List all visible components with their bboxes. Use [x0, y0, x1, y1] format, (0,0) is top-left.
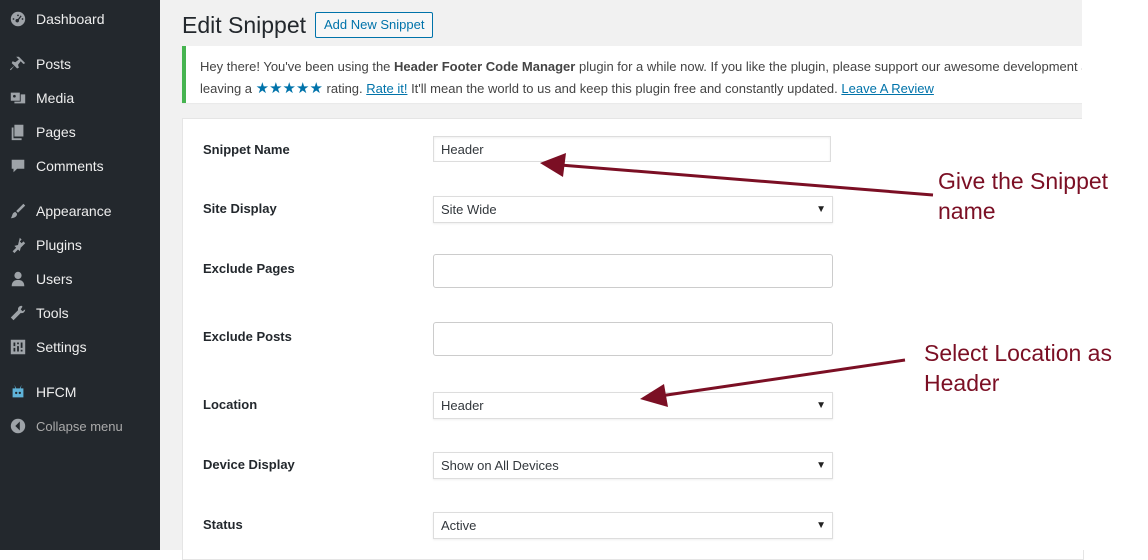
site-display-value: Site Wide	[441, 202, 497, 217]
exclude-posts-input[interactable]	[433, 322, 833, 356]
site-display-select[interactable]: Site Wide ▼	[433, 196, 833, 223]
chevron-down-icon: ▼	[816, 400, 826, 411]
comments-icon	[0, 157, 36, 175]
sidebar-item-comments[interactable]: Comments	[0, 149, 160, 183]
sidebar-item-posts[interactable]: Posts	[0, 47, 160, 81]
device-display-value: Show on All Devices	[441, 458, 559, 473]
notice-text: plugin for a while now. If you like the …	[575, 59, 1086, 74]
location-select[interactable]: Header ▼	[433, 392, 833, 419]
annotation-snippet-name: Give the Snippet name	[938, 166, 1108, 226]
main-content: Edit Snippet Add New Snippet Hey there! …	[160, 0, 1086, 560]
annotation-line: Give the Snippet	[938, 168, 1109, 194]
annotation-location: Select Location as Header	[924, 338, 1112, 398]
sidebar-item-label: Settings	[36, 339, 87, 355]
sidebar-item-label: HFCM	[36, 384, 77, 400]
sidebar-item-label: Dashboard	[36, 11, 105, 27]
status-label: Status	[203, 517, 243, 532]
chevron-down-icon: ▼	[816, 204, 826, 215]
sidebar-item-settings[interactable]: Settings	[0, 330, 160, 364]
sidebar-item-appearance[interactable]: Appearance	[0, 194, 160, 228]
annotation-line: Select Location as	[924, 340, 1112, 366]
page-title: Edit Snippet	[182, 12, 307, 38]
sidebar-item-label: Media	[36, 90, 75, 106]
exclude-posts-label: Exclude Posts	[203, 329, 292, 344]
dashboard-icon	[0, 10, 36, 28]
device-display-label: Device Display	[203, 457, 295, 472]
sidebar-item-plugins[interactable]: Plugins	[0, 228, 160, 262]
settings-icon	[0, 338, 36, 356]
exclude-pages-input[interactable]	[433, 254, 833, 288]
annotation-line: name	[938, 198, 996, 224]
snippet-name-label: Snippet Name	[203, 142, 290, 157]
add-new-snippet-button[interactable]: Add New Snippet	[315, 12, 434, 38]
right-margin	[1082, 0, 1148, 550]
wrench-icon	[0, 304, 36, 322]
plugin-name: Header Footer Code Manager	[394, 59, 576, 74]
status-value: Active	[441, 518, 477, 533]
admin-sidebar: Dashboard Posts Media Pages Comments App…	[0, 0, 160, 550]
collapse-icon	[0, 417, 36, 435]
user-icon	[0, 270, 36, 288]
leave-review-link[interactable]: Leave A Review	[841, 81, 934, 96]
rate-it-link[interactable]: Rate it!	[366, 81, 407, 96]
rating-notice: Hey there! You've been using the Header …	[182, 46, 1086, 103]
sidebar-item-label: Collapse menu	[36, 418, 123, 434]
pages-icon	[0, 123, 36, 141]
pin-icon	[0, 55, 36, 73]
brush-icon	[0, 202, 36, 220]
notice-text: leaving a	[200, 81, 256, 96]
sidebar-item-label: Users	[36, 271, 73, 287]
sidebar-item-users[interactable]: Users	[0, 262, 160, 296]
snippet-name-input[interactable]: Header	[433, 136, 831, 162]
notice-line-1: Hey there! You've been using the Header …	[200, 59, 1086, 74]
sidebar-item-media[interactable]: Media	[0, 81, 160, 115]
site-display-label: Site Display	[203, 201, 277, 216]
sidebar-item-label: Appearance	[36, 203, 112, 219]
notice-text: Hey there! You've been using the	[200, 59, 395, 74]
sidebar-item-label: Comments	[36, 158, 104, 174]
sidebar-item-label: Pages	[36, 124, 76, 140]
media-icon	[0, 89, 36, 107]
sidebar-item-hfcm[interactable]: HFCM	[0, 375, 160, 409]
exclude-pages-label: Exclude Pages	[203, 261, 295, 276]
star-rating-icons: ★★★★★	[255, 80, 323, 97]
plugin-icon	[0, 236, 36, 254]
location-value: Header	[441, 398, 484, 413]
device-display-select[interactable]: Show on All Devices ▼	[433, 452, 833, 479]
sidebar-item-label: Tools	[36, 305, 69, 321]
chevron-down-icon: ▼	[816, 460, 826, 471]
notice-text: rating.	[322, 81, 367, 96]
sidebar-item-label: Plugins	[36, 237, 82, 253]
sidebar-item-tools[interactable]: Tools	[0, 296, 160, 330]
collapse-menu-button[interactable]: Collapse menu	[0, 409, 160, 443]
notice-text: It'll mean the world to us and keep this…	[407, 81, 842, 96]
location-label: Location	[203, 397, 258, 412]
sidebar-item-pages[interactable]: Pages	[0, 115, 160, 149]
robot-icon	[0, 383, 36, 401]
sidebar-item-label: Posts	[36, 56, 72, 72]
chevron-down-icon: ▼	[816, 520, 826, 531]
status-select[interactable]: Active ▼	[433, 512, 833, 539]
annotation-line: Header	[924, 370, 1000, 396]
notice-line-2: leaving a ★★★★★ rating. Rate it! It'll m…	[200, 79, 934, 97]
sidebar-item-dashboard[interactable]: Dashboard	[0, 2, 160, 36]
